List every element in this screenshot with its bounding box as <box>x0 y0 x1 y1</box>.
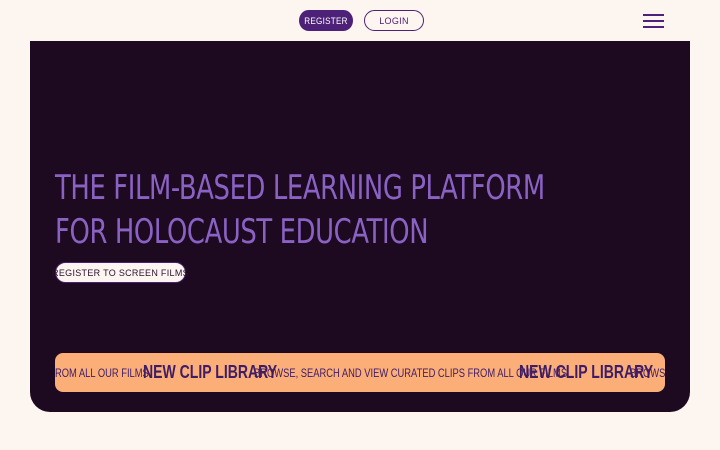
hero-headline: The film-based learning platform for Hol… <box>55 166 545 254</box>
hamburger-menu-icon[interactable] <box>643 13 664 29</box>
register-button[interactable]: Register <box>299 10 353 31</box>
menu-line <box>643 14 664 16</box>
ticker-text: rom all our films <box>55 365 149 380</box>
register-to-screen-films-button[interactable]: Register to screen films <box>52 262 189 283</box>
hero-section: The film-based learning platform for Hol… <box>30 41 690 412</box>
menu-line <box>643 26 664 28</box>
login-button[interactable]: Login <box>364 10 424 31</box>
menu-line <box>643 20 664 22</box>
top-bar: Register Login <box>0 0 720 41</box>
headline-line-2: for Holocaust education <box>55 212 429 252</box>
headline-line-1: The film-based learning platform <box>55 168 545 208</box>
announcement-ticker[interactable]: rom all our films New clip library Brows… <box>55 353 665 392</box>
ticker-text: Browse. <box>630 365 665 380</box>
